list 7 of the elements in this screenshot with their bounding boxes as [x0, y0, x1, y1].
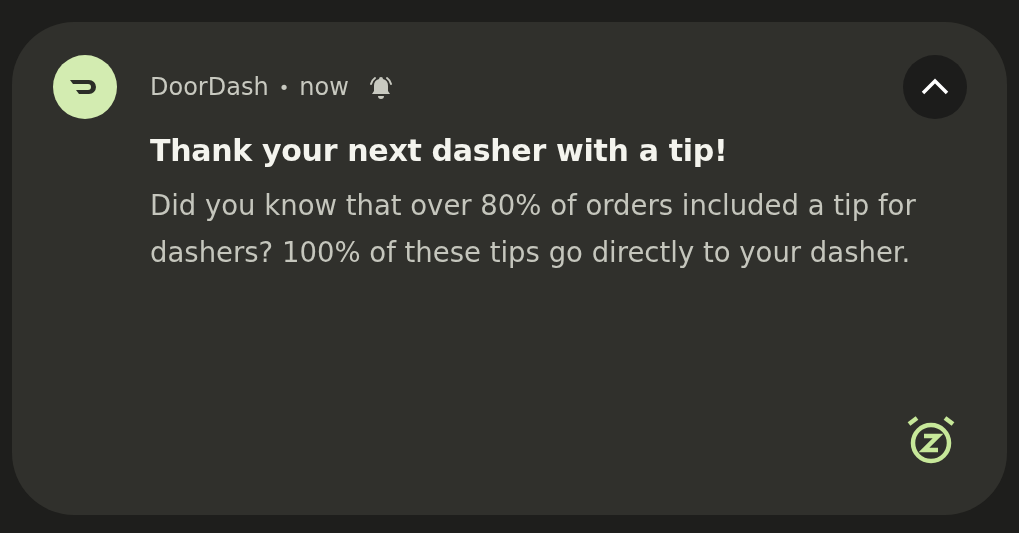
notification-card[interactable]: DoorDash • now Thank your next dasher with a tip! Did you know that over 80% of orders included a tip for dashers? 100% of these tips go directly to your dasher. [12, 22, 1007, 515]
timestamp: now [299, 73, 349, 101]
notification-body: Did you know that over 80% of orders included a tip for dashers? 100% of these tips go directly to your dasher. [150, 188, 917, 270]
notification-title: Thank your next dasher with a tip! [150, 133, 729, 168]
separator-dot: • [278, 76, 290, 98]
app-logo-icon [53, 55, 117, 119]
app-name: DoorDash [150, 73, 269, 101]
